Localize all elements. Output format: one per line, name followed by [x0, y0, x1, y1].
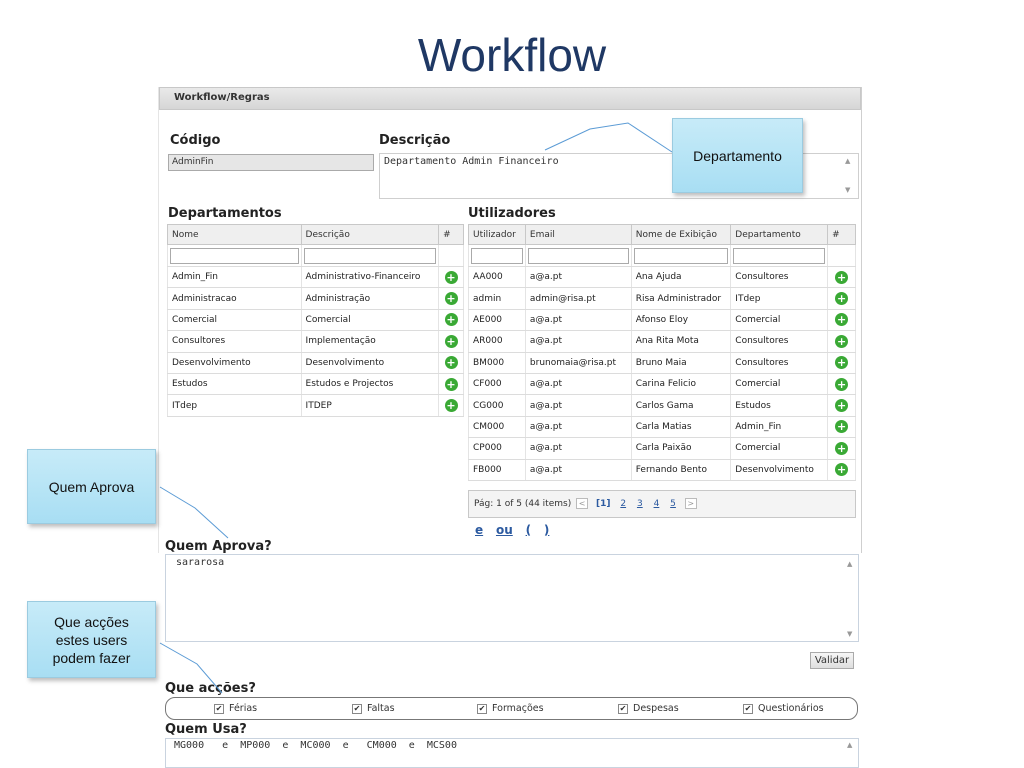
callout-que-accoes: Que acções estes users podem fazer [27, 601, 156, 678]
callout-quem-aprova: Quem Aprova [27, 449, 156, 524]
callout-departamento: Departamento [672, 118, 803, 193]
